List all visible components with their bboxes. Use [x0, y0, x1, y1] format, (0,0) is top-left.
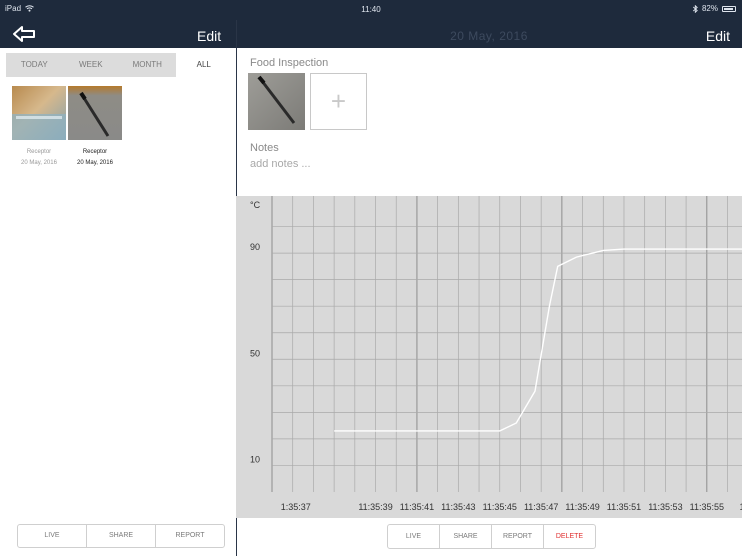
- chart-x-tick-label: 11:35:49: [565, 502, 599, 512]
- back-arrow-icon[interactable]: [11, 24, 37, 44]
- chart-x-tick-label: 11:35:47: [524, 502, 558, 512]
- right-edit-button[interactable]: Edit: [706, 28, 730, 44]
- record-item[interactable]: Receptor 20 May, 2016: [68, 86, 122, 167]
- battery-icon: [722, 5, 736, 12]
- filter-today[interactable]: TODAY: [6, 53, 63, 77]
- section-title: Food Inspection: [250, 57, 329, 69]
- left-edit-button[interactable]: Edit: [197, 28, 221, 44]
- notes-label: Notes: [250, 142, 279, 154]
- chart-x-tick-label: 1:35:37: [281, 502, 311, 512]
- live-button[interactable]: LIVE: [18, 525, 87, 547]
- inspection-photo[interactable]: [248, 73, 305, 130]
- record-date: 20 May, 2016: [77, 160, 113, 166]
- chart-x-tick-label: 11:35:51: [607, 502, 641, 512]
- notes-input[interactable]: add notes ...: [250, 158, 550, 170]
- chart-x-tick-label: 11:35:53: [648, 502, 682, 512]
- plus-icon: +: [330, 86, 347, 116]
- chart-unit-label: °C: [250, 200, 261, 210]
- chart-y-tick-label: 50: [250, 348, 260, 358]
- right-nav-bar: 20 May, 2016 Edit: [236, 20, 742, 48]
- chart-y-tick-label: 10: [250, 454, 260, 464]
- date-filter-segmented: TODAY WEEK MONTH ALL: [6, 53, 232, 77]
- record-photo-thumbnail[interactable]: [12, 86, 66, 140]
- record-name: Receptor: [82, 149, 108, 155]
- chart-svg: °C 90 50 10 1:35:37 11:35:39 11:35:41 11:35:43 1…: [236, 196, 742, 518]
- left-nav-bar: Edit: [0, 20, 236, 48]
- nav-title-date: 20 May, 2016: [450, 29, 528, 43]
- chart-background: [236, 196, 742, 518]
- filter-month[interactable]: MONTH: [119, 53, 176, 77]
- report-button[interactable]: REPORT: [156, 525, 224, 547]
- report-button[interactable]: REPORT: [492, 525, 544, 548]
- delete-button[interactable]: DELETE: [544, 525, 595, 548]
- filter-all[interactable]: ALL: [175, 53, 232, 77]
- record-date: 20 May, 2016: [21, 160, 57, 166]
- share-button[interactable]: SHARE: [87, 525, 156, 547]
- add-photo-button[interactable]: +: [310, 73, 367, 130]
- chart-x-tick-label: 11:35:41: [400, 502, 434, 512]
- chart-x-tick-label: 11:35:39: [358, 502, 392, 512]
- chart-x-tick-label: 11:35:55: [690, 502, 724, 512]
- bluetooth-icon: [692, 4, 698, 13]
- filter-week[interactable]: WEEK: [63, 53, 120, 77]
- app-root: iPad 11:40 82% Edit 20 May, 2016 Edit TO…: [0, 0, 742, 556]
- left-toolbar: LIVE SHARE REPORT: [17, 524, 225, 548]
- chart-x-tick-label: 11:35:45: [483, 502, 517, 512]
- record-thumbnails: Receptor 20 May, 2016 Receptor 20 May, 2…: [12, 86, 122, 167]
- status-time: 11:40: [361, 5, 381, 14]
- record-item[interactable]: Receptor 20 May, 2016: [12, 86, 66, 167]
- record-photo-thumbnail[interactable]: [68, 86, 122, 140]
- live-button[interactable]: LIVE: [388, 525, 440, 548]
- status-right: 82%: [692, 4, 736, 13]
- record-name: Receptor: [26, 149, 52, 155]
- share-button[interactable]: SHARE: [440, 525, 492, 548]
- chart-x-tick-label: 11:35:43: [441, 502, 475, 512]
- right-toolbar: LIVE SHARE REPORT DELETE: [387, 524, 596, 549]
- battery-percent: 82%: [701, 4, 718, 13]
- status-bar: iPad 11:40 82%: [0, 0, 742, 20]
- chart-y-tick-label: 90: [250, 242, 260, 252]
- temperature-chart: °C 90 50 10 1:35:37 11:35:39 11:35:41 11:35:43 1…: [236, 196, 742, 518]
